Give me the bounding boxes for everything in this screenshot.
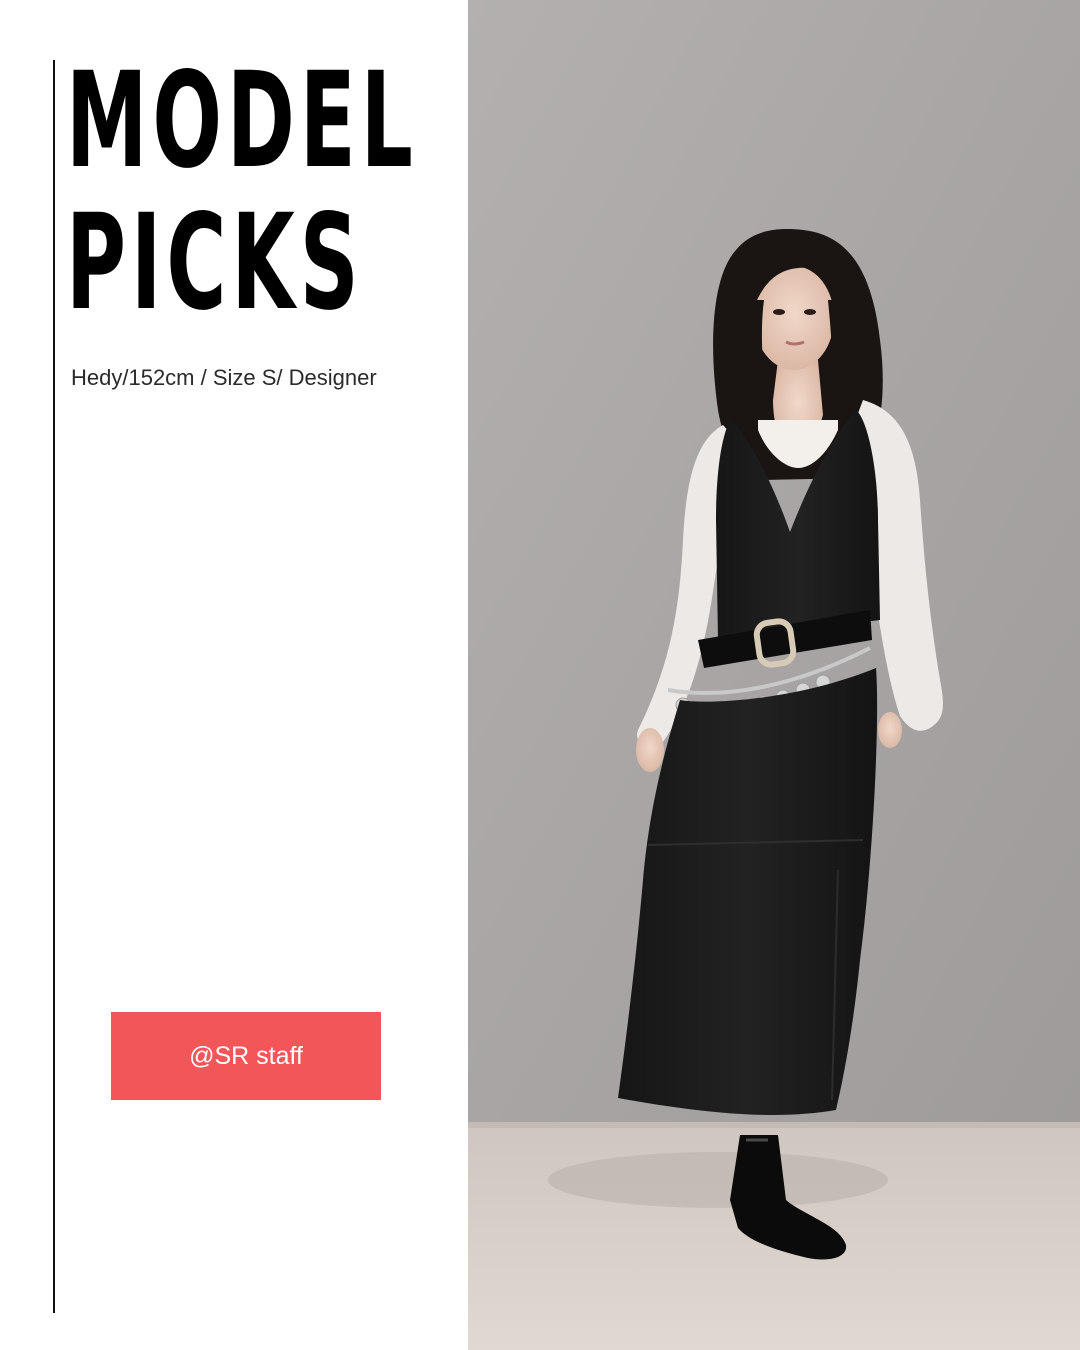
page-title: MODEL PICKS bbox=[66, 50, 418, 334]
staff-badge[interactable]: @SR staff bbox=[111, 1012, 381, 1100]
vertical-rule bbox=[53, 60, 55, 1313]
staff-badge-label: @SR staff bbox=[189, 1041, 303, 1070]
model-photo bbox=[468, 0, 1080, 1350]
model-details: Hedy/152cm / Size S/ Designer bbox=[71, 365, 377, 390]
title-line-2: PICKS bbox=[66, 186, 364, 340]
title-line-1: MODEL bbox=[66, 44, 418, 198]
text-panel: MODEL PICKS Hedy/152cm / Size S/ Designer… bbox=[0, 0, 468, 1350]
